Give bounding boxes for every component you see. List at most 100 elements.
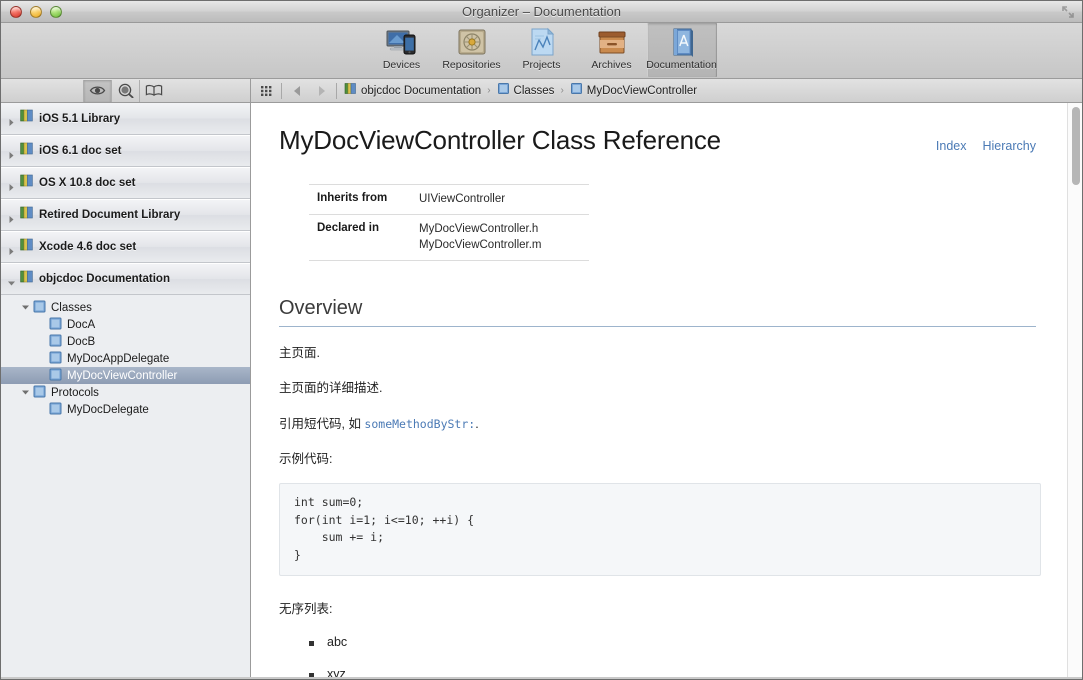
code-sample-block: int sum=0; for(int i=1; i<=10; ++i) { su…	[279, 482, 1041, 577]
sidebar-group-label: objcdoc Documentation	[39, 273, 170, 285]
folder-blue-icon	[49, 351, 63, 367]
chevron-right-icon[interactable]	[7, 243, 16, 255]
archives-icon	[595, 26, 629, 58]
browse-eye-icon[interactable]	[83, 79, 111, 102]
documentation-icon	[665, 26, 699, 58]
minimize-button[interactable]	[30, 5, 42, 18]
sidebar-group-objcdoc[interactable]: objcdoc Documentation	[1, 263, 250, 295]
chevron-right-icon[interactable]	[7, 179, 16, 191]
chevron-right-icon[interactable]	[7, 211, 16, 223]
sidebar-tree: Classes DocA DocB MyDocAppDelegate MyDoc…	[1, 295, 250, 418]
toolbar-item-projects[interactable]: Projects	[507, 23, 577, 77]
sidebar-group-label: iOS 6.1 doc set	[39, 145, 122, 157]
meta-key-inherits: Inherits from	[309, 183, 419, 215]
grid-icon[interactable]	[256, 80, 278, 102]
sidebar-group-label: Xcode 4.6 doc set	[39, 241, 137, 253]
chevron-right-icon[interactable]	[7, 147, 16, 159]
back-arrow-icon[interactable]	[285, 80, 309, 102]
index-link[interactable]: Index	[936, 139, 967, 153]
sidebar-item-label: Protocols	[51, 386, 99, 399]
sidebar-group-label: OS X 10.8 doc set	[39, 177, 136, 189]
search-icon[interactable]	[111, 79, 139, 102]
main-toolbar: Devices Repositories Projects Archives D…	[1, 23, 1082, 79]
toolbar-item-documentation[interactable]: Documentation	[646, 23, 717, 77]
meta-value-declared: MyDocViewController.h MyDocViewControlle…	[419, 214, 589, 261]
bookmarks-book-icon[interactable]	[139, 79, 167, 102]
view-mode-group	[83, 79, 167, 102]
zoom-button[interactable]	[50, 5, 62, 18]
organizer-window: Organizer – Documentation Devices Reposi…	[0, 0, 1083, 680]
toolbar-label-projects: Projects	[522, 59, 561, 71]
content-scrollbar-thumb[interactable]	[1072, 107, 1080, 185]
sidebar-item-mydocviewcontroller[interactable]: MyDocViewController	[1, 367, 250, 384]
chevron-down-icon[interactable]	[21, 303, 30, 312]
docset-icon	[344, 82, 357, 100]
page-title: MyDocViewController Class Reference	[279, 125, 721, 155]
table-row: Declared in MyDocViewController.h MyDocV…	[309, 214, 589, 261]
toolbar-divider-2	[336, 82, 337, 99]
docset-icon	[20, 174, 35, 193]
title-bar: Organizer – Documentation	[1, 1, 1082, 23]
docset-icon	[20, 206, 35, 225]
toolbar-item-devices[interactable]: Devices	[367, 23, 437, 77]
sidebar-item-protocols[interactable]: Protocols	[1, 384, 250, 401]
breadcrumb-item-classes[interactable]: Classes	[497, 82, 555, 100]
sidebar-group-xcode46[interactable]: Xcode 4.6 doc set	[1, 231, 250, 263]
inline-text-prefix: 引用短代码, 如	[279, 416, 365, 431]
docset-icon	[20, 238, 35, 257]
sidebar-item-mydocdelegate[interactable]: MyDocDelegate	[1, 401, 250, 418]
document-header: MyDocViewController Class Reference Inde…	[279, 125, 1036, 156]
toolbar-label-devices: Devices	[382, 59, 421, 71]
toolbar-divider-1	[281, 82, 282, 99]
meta-value-inherits: UIViewController	[419, 183, 589, 215]
sidebar-group-osx108[interactable]: OS X 10.8 doc set	[1, 167, 250, 199]
docset-icon	[20, 109, 35, 128]
main-split: iOS 5.1 Library iOS 6.1 doc set OS X 10.…	[1, 103, 1082, 678]
forward-arrow-icon[interactable]	[309, 80, 333, 102]
chevron-right-icon[interactable]	[7, 114, 16, 126]
breadcrumb-label-classes: Classes	[513, 84, 555, 97]
toolbar-label-archives: Archives	[591, 59, 632, 71]
toolbar-item-repositories[interactable]: Repositories	[437, 23, 507, 77]
sidebar-group-ios51[interactable]: iOS 5.1 Library	[1, 103, 250, 135]
docset-icon	[20, 142, 35, 161]
table-row: Inherits from UIViewController	[309, 183, 589, 215]
hierarchy-link[interactable]: Hierarchy	[983, 139, 1037, 153]
sidebar-item-docb[interactable]: DocB	[1, 333, 250, 350]
folder-blue-icon	[570, 82, 583, 100]
toolbar-label-documentation: Documentation	[646, 59, 717, 71]
sidebar-toolbar	[1, 79, 251, 102]
breadcrumb-item-docset[interactable]: objcdoc Documentation	[344, 82, 481, 100]
chevron-down-icon[interactable]	[7, 275, 16, 285]
breadcrumb-separator-1: ›	[487, 85, 491, 96]
toolbar-item-archives[interactable]: Archives	[577, 23, 647, 77]
sidebar-item-label: Classes	[51, 301, 92, 314]
repositories-icon	[455, 26, 489, 58]
sidebar-item-classes[interactable]: Classes	[1, 299, 250, 316]
sidebar-item-label: DocB	[67, 335, 96, 348]
overview-paragraph-4: 示例代码:	[279, 452, 333, 467]
overview-paragraph-3: 引用短代码, 如 someMethodByStr:.	[279, 416, 1036, 434]
breadcrumb-label-docset: objcdoc Documentation	[361, 84, 482, 97]
close-button[interactable]	[10, 5, 22, 18]
breadcrumb-item-mydocviewcontroller[interactable]: MyDocViewController	[570, 82, 697, 100]
window-title: Organizer – Documentation	[462, 4, 621, 19]
sidebar-group-retired[interactable]: Retired Document Library	[1, 199, 250, 231]
fullscreen-icon[interactable]	[1061, 5, 1075, 19]
sidebar-group-ios61[interactable]: iOS 6.1 doc set	[1, 135, 250, 167]
sidebar-item-label: MyDocViewController	[67, 369, 178, 382]
content-scrollbar[interactable]	[1067, 103, 1082, 678]
chevron-down-icon[interactable]	[21, 388, 30, 397]
folder-blue-icon	[49, 368, 63, 384]
sidebar-group-label: iOS 5.1 Library	[39, 112, 121, 125]
window-controls	[10, 5, 62, 18]
folder-blue-icon	[33, 385, 47, 401]
docset-icon	[20, 270, 35, 289]
document-links: Index Hierarchy	[936, 129, 1036, 153]
breadcrumb-separator-2: ›	[560, 85, 564, 96]
sidebar-item-mydocappdelegate[interactable]: MyDocAppDelegate	[1, 350, 250, 367]
sidebar-item-label: MyDocAppDelegate	[67, 352, 170, 365]
devices-icon	[385, 26, 419, 58]
sidebar-item-doca[interactable]: DocA	[1, 316, 250, 333]
toolbar-label-repositories: Repositories	[442, 59, 501, 71]
